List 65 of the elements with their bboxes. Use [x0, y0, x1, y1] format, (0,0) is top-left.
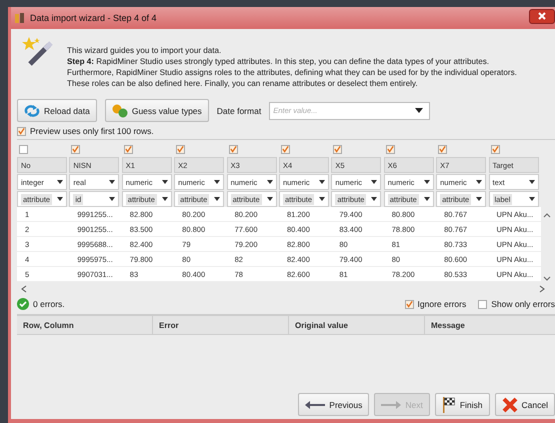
dropdown-arrow-icon: [424, 180, 430, 184]
column-header: Original value: [289, 316, 425, 335]
scroll-left-icon[interactable]: [21, 285, 27, 293]
dropdown-arrow-icon: [109, 180, 116, 184]
column-checkbox[interactable]: [386, 144, 395, 154]
dropdown-arrow-icon: [57, 197, 63, 201]
column-checkbox[interactable]: [19, 144, 28, 154]
error-count: 0 errors.: [33, 299, 65, 309]
window-title: Data import wizard - Step 4 of 4: [30, 13, 157, 23]
scroll-up-icon[interactable]: [542, 212, 551, 218]
preview-checkbox[interactable]: [17, 126, 26, 136]
column-checkbox[interactable]: [438, 144, 448, 154]
close-button[interactable]: [529, 8, 555, 24]
column-header: Row, Column: [17, 316, 153, 335]
dropdown-arrow-icon: [528, 197, 535, 201]
dropdown-arrow-icon: [214, 180, 220, 184]
app-icon: [14, 12, 26, 24]
dropdown-arrow-icon: [424, 197, 430, 201]
date-format-label: Date format: [216, 106, 262, 116]
dropdown-arrow-icon: [476, 197, 482, 201]
bulbs-icon: [112, 104, 128, 118]
dropdown-arrow-icon: [476, 180, 482, 184]
scroll-down-icon[interactable]: [542, 276, 551, 282]
dropdown-arrow-icon: [415, 108, 424, 113]
dropdown-arrow-icon: [266, 180, 273, 184]
dropdown-arrow-icon: [214, 197, 220, 201]
ignore-errors-checkbox[interactable]: [404, 300, 414, 308]
column-header: Error: [153, 316, 289, 335]
right-arrow-icon: [381, 400, 402, 408]
dropdown-arrow-icon: [318, 197, 325, 201]
dropdown-arrow-icon: [162, 180, 168, 184]
column-checkbox[interactable]: [228, 144, 238, 154]
column-checkbox[interactable]: [280, 144, 290, 154]
guess-value-types-button[interactable]: Guess value types: [104, 99, 209, 122]
preview-label: Preview uses only first 100 rows.: [30, 126, 154, 136]
cancel-button[interactable]: Cancel: [494, 393, 555, 416]
intro-text: This wizard guides you to import your data.: [67, 45, 222, 56]
column-checkbox[interactable]: [490, 144, 500, 154]
left-arrow-icon: [305, 400, 326, 408]
column-checkbox[interactable]: [71, 144, 80, 154]
previous-button[interactable]: Previous: [298, 393, 370, 416]
dropdown-arrow-icon: [57, 180, 63, 184]
check-circle-icon: [17, 298, 29, 310]
dropdown-arrow-icon: [266, 197, 273, 201]
finish-button[interactable]: Finish: [434, 393, 490, 416]
refresh-icon: [24, 104, 40, 118]
dropdown-arrow-icon: [528, 180, 535, 184]
ignore-errors-label: Ignore errors: [418, 299, 466, 309]
column-checkbox[interactable]: [333, 144, 342, 154]
column-header: Message: [425, 316, 555, 335]
column-checkbox[interactable]: [176, 144, 186, 154]
dropdown-arrow-icon: [371, 197, 378, 201]
checkered-flag-icon: [442, 396, 456, 412]
column-checkbox[interactable]: [124, 144, 133, 154]
step-description: Step 4: RapidMiner Studio uses strongly typed attributes. In this step, you can define the data types of your attributes. Furthermore, RapidMiner Studio assigns roles to the attributes, defining what they can be used for by the individual operators. These roles can be also defined here. Finally, you can rename attributes or deselect them entirely.: [67, 56, 518, 89]
scroll-right-icon[interactable]: [539, 285, 545, 293]
show-only-errors-label: Show only errors: [491, 299, 555, 309]
dropdown-arrow-icon: [371, 180, 378, 184]
cancel-icon: [502, 396, 518, 412]
close-icon: [537, 12, 547, 20]
dropdown-arrow-icon: [109, 197, 116, 201]
reload-data-button[interactable]: Reload data: [17, 99, 97, 122]
dropdown-arrow-icon: [162, 197, 168, 201]
show-only-errors-checkbox[interactable]: [478, 300, 488, 308]
dropdown-arrow-icon: [318, 180, 325, 184]
